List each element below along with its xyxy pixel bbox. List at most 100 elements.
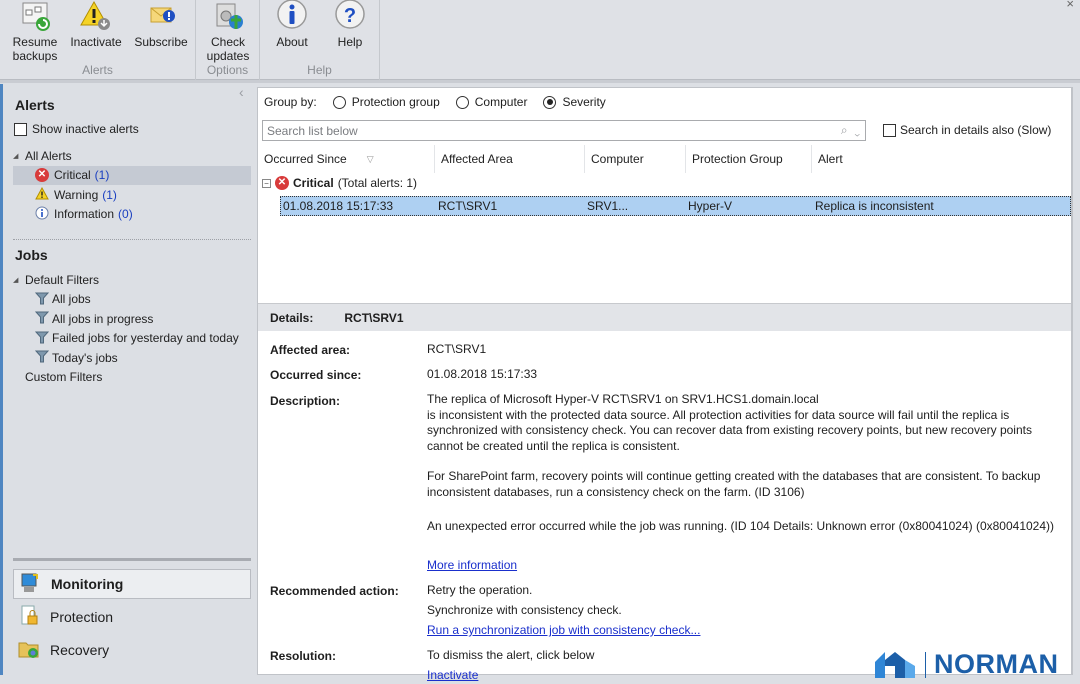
job-filter-item[interactable]: All jobs in progress [13,309,251,329]
cell-area: RCT\SRV1 [438,199,498,213]
nav-splitter[interactable] [13,558,251,561]
tree-warning[interactable]: Warning (1) [13,185,251,205]
information-label: Information [54,207,115,222]
inactivate-link[interactable]: Inactivate [427,668,478,684]
job-filter-label: All jobs [52,292,91,307]
resume-backups-icon [19,0,51,32]
resume-label-2: backups [12,49,58,63]
subscribe-button[interactable]: Subscribe [132,0,190,49]
close-icon[interactable]: × [1066,0,1074,11]
details-header: Details: RCT\SRV1 [258,303,1071,331]
subscribe-label: Subscribe [134,35,188,49]
tree-all-alerts[interactable]: ◢ All Alerts [13,146,251,166]
norman-logo-icon [873,648,917,681]
section-divider [13,239,251,240]
column-affected-area[interactable]: Affected Area [435,145,585,173]
description-line: For SharePoint farm, recovery points wil… [427,469,1041,483]
expand-triangle-icon[interactable]: ◢ [13,152,25,160]
norman-logo: NORMAN [873,648,1059,681]
help-button[interactable]: ? Help [330,0,370,49]
warning-icon [35,186,49,203]
search-icon[interactable]: ⌕ [841,123,848,137]
jobs-tree: ◢ Default Filters All jobs All jobs in pr… [13,270,251,387]
search-details-label: Search in details also (Slow) [900,123,1052,137]
details-title: RCT\SRV1 [344,310,404,325]
navigation-pane: ‹ Alerts Show inactive alerts ◢ All Alert… [0,84,257,675]
column-alert[interactable]: Alert [812,145,1071,173]
svg-text:?: ? [344,5,356,27]
column-label: Affected Area [441,152,513,166]
show-inactive-label: Show inactive alerts [32,122,139,136]
alerts-main-panel: Group by: Protection group Computer Seve… [257,87,1072,682]
information-count: (0) [118,207,133,222]
expand-triangle-icon[interactable]: ◢ [13,276,25,284]
description-line: inconsistent databases, run a consistenc… [427,484,805,499]
tree-critical[interactable]: ✕ Critical (1) [13,165,251,185]
filter-icon [34,310,50,327]
about-label: About [276,35,308,49]
tree-custom-filters[interactable]: Custom Filters [13,368,251,388]
filter-icon [34,291,50,308]
collapse-group-icon[interactable]: − [262,178,271,188]
radio-protection-group[interactable]: Protection group [332,95,440,109]
description-line: cannot be created until the replica is c… [427,438,680,453]
checkbox-box[interactable] [883,123,896,137]
job-filter-label: Failed jobs for yesterday and today [52,331,239,346]
chevron-down-icon[interactable]: ⌄ [854,123,860,137]
check-updates-button[interactable]: Check updates [204,0,252,63]
warning-label: Warning [54,187,99,202]
occurred-since-label: Occurred since: [270,368,362,382]
group-label-alerts: Alerts [82,63,113,77]
group-label-help: Help [307,63,332,77]
filter-icon [34,330,50,347]
inactivate-button[interactable]: Inactivate [68,0,124,49]
about-button[interactable]: About [272,0,312,49]
table-row[interactable]: 01.08.2018 15:17:33 RCT\SRV1 SRV1... Hyp… [280,196,1071,216]
search-input[interactable]: Search list below ⌕ ⌄ [262,120,866,141]
job-filter-item[interactable]: Today's jobs [13,348,251,368]
search-details-checkbox[interactable]: Search in details also (Slow) [883,123,1051,137]
check-updates-icon [212,0,244,32]
critical-icon: ✕ [35,168,49,183]
group-row-critical[interactable]: − ✕ Critical (Total alerts: 1) [262,176,417,190]
nav-monitoring[interactable]: Monitoring [13,569,251,599]
occurred-since-value: 01.08.2018 15:17:33 [427,367,538,381]
tree-information[interactable]: Information (0) [13,205,251,225]
group-total: (Total alerts: 1) [337,176,418,190]
group-title: Critical [293,176,334,190]
group-by-bar: Group by: Protection group Computer Seve… [264,95,606,109]
nav-protection[interactable]: Protection [13,602,251,632]
protection-icon [18,605,40,630]
right-edge [1072,87,1080,675]
all-alerts-label: All Alerts [25,148,72,163]
radio-severity[interactable]: Severity [543,95,606,109]
description-line: The replica of Microsoft Hyper-V RCT\SRV… [427,392,819,406]
warning-inactivate-icon [80,0,112,32]
job-filter-item[interactable]: Failed jobs for yesterday and today [13,329,251,349]
job-filter-item[interactable]: All jobs [13,290,251,310]
show-inactive-checkbox[interactable]: Show inactive alerts [14,122,139,136]
nav-recovery[interactable]: Recovery [13,635,251,665]
resume-backups-button[interactable]: Resume backups [10,0,60,63]
tree-default-filters[interactable]: ◢ Default Filters [13,270,251,290]
description-line: synchronized with consistency check. You… [427,423,1032,437]
collapse-pane-icon[interactable]: ‹ [239,84,244,100]
radio-circle[interactable] [455,95,469,109]
description-label: Description: [270,394,341,408]
details-label: Details: [270,310,314,325]
radio-label: Severity [562,95,606,109]
warning-count: (1) [102,187,117,202]
column-occurred-since[interactable]: Occurred Since ▽ [258,145,435,173]
radio-computer[interactable]: Computer [455,95,527,109]
radio-circle[interactable] [332,95,346,109]
radio-circle-selected[interactable] [543,95,557,109]
checkbox-box[interactable] [14,122,27,136]
column-computer[interactable]: Computer [585,145,686,173]
column-label: Computer [591,152,644,166]
column-label: Protection Group [692,152,783,166]
more-information-link[interactable]: More information [427,558,517,574]
group-label-options: Options [206,63,249,77]
recommended-action-1: Retry the operation. [427,583,533,597]
run-sync-job-link[interactable]: Run a synchronization job with consisten… [427,623,700,639]
column-protection-group[interactable]: Protection Group [686,145,812,173]
